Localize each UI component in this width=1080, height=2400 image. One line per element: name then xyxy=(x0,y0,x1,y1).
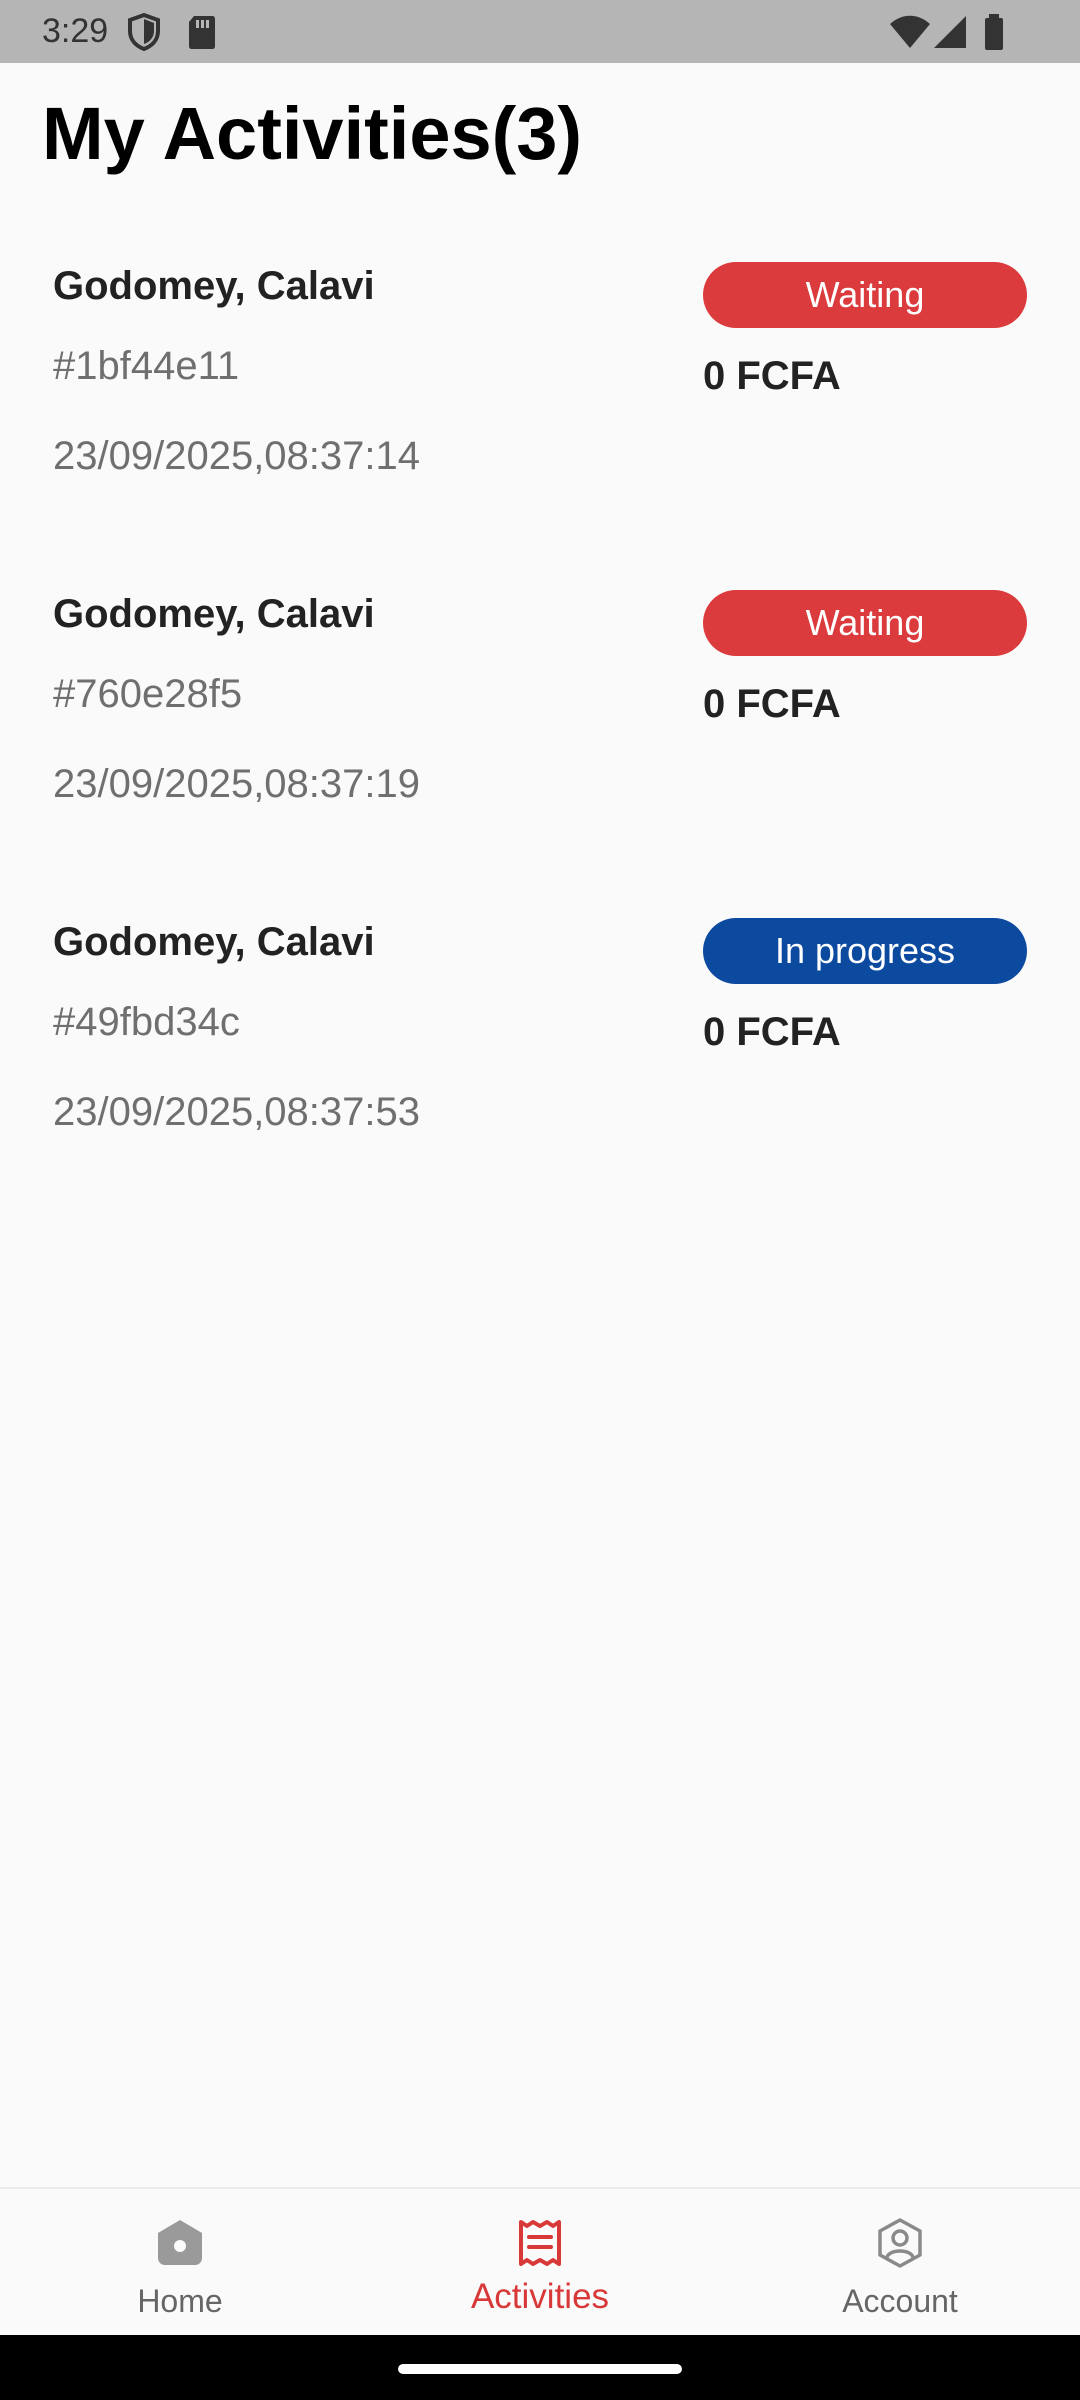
activity-item[interactable]: Godomey, Calavi #49fbd34c 23/09/2025,08:… xyxy=(0,896,1080,1224)
activity-id: #49fbd34c xyxy=(53,1000,240,1044)
status-badge: In progress xyxy=(703,918,1027,984)
gesture-handle[interactable] xyxy=(398,2364,682,2374)
activity-amount: 0 FCFA xyxy=(703,354,841,398)
activity-amount: 0 FCFA xyxy=(703,682,841,726)
activity-amount: 0 FCFA xyxy=(703,1010,841,1054)
battery-icon xyxy=(985,14,1003,50)
account-icon xyxy=(878,2218,922,2268)
activity-location: Godomey, Calavi xyxy=(53,264,375,308)
page-title: My Activities(3) xyxy=(42,92,583,175)
wifi-icon xyxy=(890,15,930,48)
activity-location: Godomey, Calavi xyxy=(53,592,375,636)
nav-label-activities: Activities xyxy=(470,2277,610,2316)
activity-date: 23/09/2025,08:37:19 xyxy=(53,762,421,806)
nav-item-home[interactable]: Home xyxy=(0,2189,360,2337)
activities-icon xyxy=(519,2220,561,2266)
status-bar: 3:29 xyxy=(0,0,1080,63)
home-icon xyxy=(158,2220,202,2265)
gesture-bar xyxy=(0,2335,1080,2400)
cell-signal-icon xyxy=(934,16,966,48)
nav-item-activities[interactable]: Activities xyxy=(360,2189,720,2337)
status-badge: Waiting xyxy=(703,262,1027,328)
activity-id: #1bf44e11 xyxy=(53,344,240,388)
bottom-nav: Home Activities Account xyxy=(0,2187,1080,2337)
activity-location: Godomey, Calavi xyxy=(53,920,375,964)
activity-id: #760e28f5 xyxy=(53,672,243,716)
status-badge: Waiting xyxy=(703,590,1027,656)
activity-item[interactable]: Godomey, Calavi #1bf44e11 23/09/2025,08:… xyxy=(0,240,1080,568)
activity-list: Godomey, Calavi #1bf44e11 23/09/2025,08:… xyxy=(0,240,1080,1224)
shield-icon xyxy=(128,12,160,52)
activity-date: 23/09/2025,08:37:53 xyxy=(53,1090,421,1134)
nav-item-account[interactable]: Account xyxy=(720,2189,1080,2337)
activity-item[interactable]: Godomey, Calavi #760e28f5 23/09/2025,08:… xyxy=(0,568,1080,896)
nav-label-home: Home xyxy=(137,2283,223,2319)
activity-date: 23/09/2025,08:37:14 xyxy=(53,434,421,478)
sd-card-icon xyxy=(189,16,215,49)
status-time: 3:29 xyxy=(42,12,109,50)
nav-label-account: Account xyxy=(842,2283,958,2319)
